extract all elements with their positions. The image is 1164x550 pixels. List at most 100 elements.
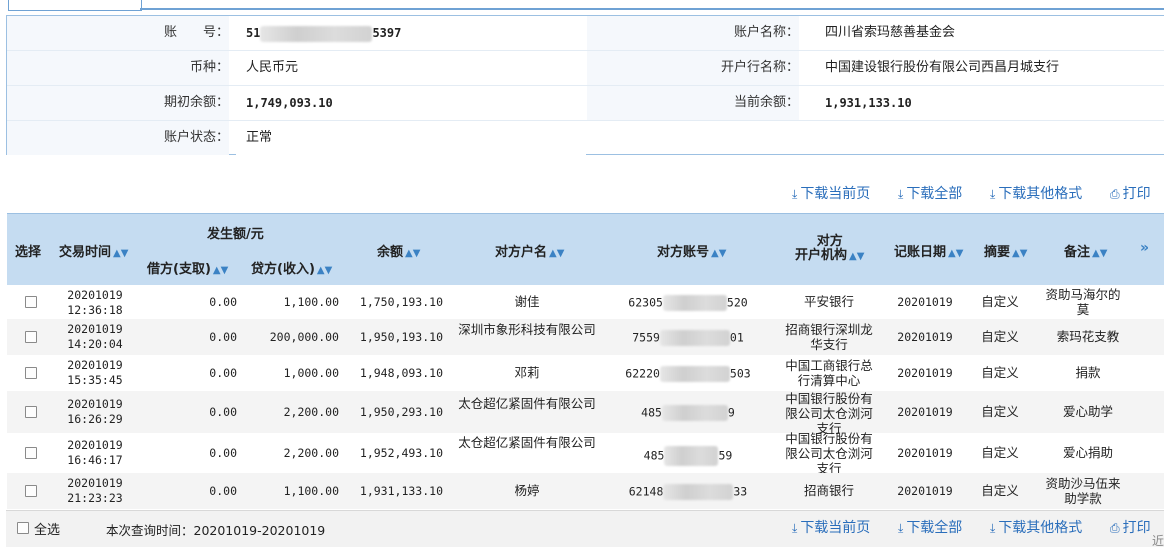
row-checkbox[interactable]	[25, 331, 37, 343]
print-link[interactable]: ⎙ 打印	[1110, 517, 1151, 537]
printer-icon: ⎙	[1110, 521, 1120, 535]
row-checkbox[interactable]	[25, 406, 37, 418]
row-checkbox[interactable]	[25, 296, 37, 308]
sort-icon[interactable]: ▲▼	[213, 265, 228, 276]
row-date: 20201019	[67, 438, 123, 452]
sort-icon[interactable]: ▲▼	[113, 248, 128, 259]
download-icon: ⤓	[898, 187, 904, 201]
row-date: 20201019	[67, 288, 123, 302]
sort-icon[interactable]: ▲▼	[549, 248, 564, 259]
sort-icon[interactable]: ▲▼	[711, 248, 726, 259]
row-date: 20201019	[67, 322, 123, 336]
row-account: 62220 503	[613, 366, 763, 382]
header-summary[interactable]: 摘要 ▲▼	[984, 241, 1027, 260]
active-tab[interactable]	[8, 0, 142, 11]
row-clock: 21:23:23	[67, 491, 123, 505]
download-all-link[interactable]: ⤓ 下载全部	[898, 183, 962, 203]
info-row-status: 账户状态： 正常	[7, 121, 1164, 156]
row-account-suffix: 33	[733, 484, 748, 499]
current-balance-value: 1,931,133.10	[815, 86, 1164, 120]
download-icon: ⤓	[898, 521, 904, 535]
download-page-link[interactable]: ⤓ 下载当前页	[792, 517, 870, 537]
row-account-suffix: 9	[727, 405, 735, 420]
header-remark-label: 备注	[1064, 245, 1091, 260]
table-header: 选择 交易时间 ▲▼ 发生额/元 借方(支取) ▲▼ 贷方(收入) ▲▼ 余额 ▲▼ 对…	[7, 213, 1164, 285]
row-balance: 1,950,193.10	[359, 330, 443, 344]
header-time[interactable]: 交易时间 ▲▼	[59, 241, 128, 260]
sort-icon[interactable]: ▲▼	[948, 248, 963, 259]
row-account-suffix: 01	[729, 330, 744, 345]
sort-icon[interactable]: ▲▼	[1092, 248, 1107, 259]
download-page-link[interactable]: ⤓ 下载当前页	[792, 183, 870, 203]
header-counterparty-label: 对方户名	[495, 245, 548, 260]
masked-digits	[664, 446, 719, 466]
row-account-prefix: 62148	[628, 484, 664, 499]
header-debit-label: 借方(支取)	[147, 262, 211, 277]
download-all-link[interactable]: ⤓ 下载全部	[898, 517, 962, 537]
masked-digits	[659, 330, 730, 346]
sort-icon[interactable]: ▲▼	[317, 265, 332, 276]
row-balance: 1,931,133.10	[359, 484, 443, 498]
row-time: 20201019 12:36:18	[55, 288, 135, 318]
row-account-suffix: 503	[729, 366, 751, 381]
current-balance-label: 当前余额：	[587, 86, 799, 120]
sort-icon[interactable]: ▲▼	[405, 248, 420, 259]
header-remark[interactable]: 备注 ▲▼	[1064, 241, 1107, 260]
sort-icon[interactable]: ▲▼	[1012, 248, 1027, 259]
print-link[interactable]: ⎙ 打印	[1110, 183, 1151, 203]
header-balance[interactable]: 余额 ▲▼	[377, 241, 420, 260]
info-row-account: 账 号： 51 5397 账户名称： 四川省索玛慈善基金会	[7, 16, 1164, 51]
row-credit: 1,100.00	[283, 484, 339, 498]
opening-balance-label: 期初余额：	[7, 86, 229, 120]
header-counterparty[interactable]: 对方户名 ▲▼	[495, 241, 564, 260]
row-account: 485 59	[613, 446, 763, 466]
row-credit: 1,100.00	[283, 295, 339, 309]
download-all-label: 下载全部	[906, 186, 963, 202]
row-account: 7559 01	[613, 330, 763, 346]
corner-text: 近	[1152, 534, 1164, 548]
header-counterparty-account[interactable]: 对方账号 ▲▼	[657, 241, 726, 260]
masked-digits	[260, 25, 373, 42]
download-other-label: 下载其他格式	[998, 186, 1083, 202]
row-counterparty: 太仓超亿紧固件有限公司	[458, 435, 596, 450]
download-other-link[interactable]: ⤓ 下载其他格式	[990, 183, 1082, 203]
row-credit: 1,000.00	[283, 366, 339, 380]
download-icon: ⤓	[990, 187, 996, 201]
header-book-date[interactable]: 记账日期 ▲▼	[894, 241, 963, 260]
row-book-date: 20201019	[897, 295, 953, 309]
row-checkbox[interactable]	[25, 367, 37, 379]
row-book-date: 20201019	[897, 446, 953, 460]
header-debit[interactable]: 借方(支取) ▲▼	[147, 258, 228, 277]
row-credit: 200,000.00	[269, 330, 339, 344]
header-summary-label: 摘要	[984, 245, 1011, 260]
row-checkbox[interactable]	[25, 485, 37, 497]
row-checkbox[interactable]	[25, 447, 37, 459]
row-account-prefix: 62220	[625, 366, 660, 381]
row-account-prefix: 485	[641, 405, 662, 420]
row-summary: 自定义	[981, 294, 1019, 309]
row-debit: 0.00	[209, 446, 237, 460]
row-time: 20201019 16:26:29	[55, 397, 135, 427]
row-bank: 中国工商银行总行清算中心	[785, 358, 873, 388]
header-credit[interactable]: 贷方(收入) ▲▼	[251, 258, 332, 277]
download-other-link[interactable]: ⤓ 下载其他格式	[990, 517, 1082, 537]
row-credit: 2,200.00	[283, 446, 339, 460]
sort-icon[interactable]: ▲▼	[849, 251, 864, 262]
row-balance: 1,952,493.10	[359, 446, 443, 460]
row-clock: 16:26:29	[67, 412, 123, 426]
row-time: 20201019 16:46:17	[55, 438, 135, 468]
status-label: 账户状态：	[7, 121, 229, 155]
account-no-suffix: 5397	[372, 26, 402, 40]
row-remark: 捐款	[1075, 365, 1101, 380]
row-summary: 自定义	[981, 404, 1019, 419]
header-counterparty-bank-line2: 开户机构	[795, 248, 848, 263]
table-row: 20201019 16:26:29 0.00 2,200.00 1,950,293…	[7, 391, 1164, 436]
table-row: 20201019 21:23:23 0.00 1,100.00 1,931,133…	[7, 473, 1164, 509]
row-account-prefix: 7559	[632, 330, 660, 345]
info-row-balance: 期初余额： 1,749,093.10 当前余额： 1,931,133.10	[7, 86, 1164, 121]
header-counterparty-account-label: 对方账号	[657, 245, 710, 260]
more-columns-icon[interactable]: »	[1140, 240, 1149, 256]
header-counterparty-bank[interactable]: 对方 开户机构 ▲▼	[795, 235, 864, 264]
account-no-label: 账 号：	[7, 16, 229, 50]
row-date: 20201019	[67, 358, 123, 372]
